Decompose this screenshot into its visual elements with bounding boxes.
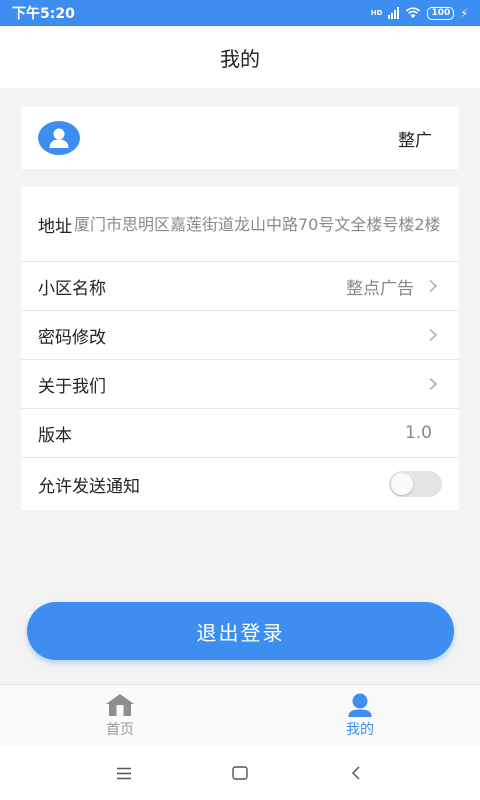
address-row[interactable]: 地址 厦门市思明区嘉莲街道龙山中路70号文全楼号楼2楼: [21, 187, 459, 262]
tab-home-label: 首页: [106, 721, 134, 738]
home-button[interactable]: [223, 756, 257, 790]
chevron-right-icon: [429, 328, 438, 342]
header: 我的: [0, 26, 480, 88]
home-icon: [106, 693, 134, 716]
signal-icon: [388, 7, 400, 19]
version-label: 版本: [38, 425, 72, 446]
notifications-label: 允许发送通知: [38, 476, 140, 497]
status-icons: HD 100 ⚡: [370, 6, 468, 20]
battery-icon: 100: [427, 6, 455, 20]
community-row[interactable]: 小区名称 整点广告: [21, 262, 459, 311]
toggle-knob: [391, 473, 413, 495]
community-value: 整点广告: [346, 278, 414, 299]
tab-bar: 首页 我的: [0, 684, 480, 746]
back-chevron-icon: [351, 766, 360, 780]
status-bar: 下午5:20 HD 100 ⚡: [0, 0, 480, 26]
tab-mine-label: 我的: [346, 721, 374, 738]
user-avatar-icon: [49, 128, 69, 148]
tab-home[interactable]: 首页: [0, 685, 240, 746]
chevron-right-icon: [429, 377, 438, 391]
tab-mine[interactable]: 我的: [240, 685, 480, 746]
avatar[interactable]: [38, 121, 80, 155]
back-button[interactable]: [339, 756, 373, 790]
notifications-row: 允许发送通知: [21, 458, 459, 510]
version-row: 版本 1.0: [21, 409, 459, 458]
notifications-toggle[interactable]: [389, 471, 442, 497]
chevron-right-icon: [429, 279, 438, 293]
address-value: 厦门市思明区嘉莲街道龙山中路70号文全楼号楼2楼: [74, 214, 441, 234]
version-value: 1.0: [404, 423, 432, 443]
system-nav-bar: [0, 746, 480, 800]
settings-list: 地址 厦门市思明区嘉莲街道龙山中路70号文全楼号楼2楼 小区名称 整点广告 密码…: [21, 187, 459, 510]
profile-card[interactable]: 整广: [21, 107, 459, 169]
password-row[interactable]: 密码修改: [21, 311, 459, 360]
username: 整广: [398, 130, 432, 151]
password-label: 密码修改: [38, 327, 106, 348]
menu-icon: [117, 767, 131, 779]
user-icon: [348, 693, 372, 717]
menu-button[interactable]: [107, 756, 141, 790]
hd-label: HD: [370, 9, 383, 17]
charging-icon: ⚡: [460, 6, 468, 20]
wifi-icon: [406, 7, 421, 18]
about-label: 关于我们: [38, 376, 106, 397]
status-time: 下午5:20: [12, 6, 75, 22]
address-label: 地址: [38, 216, 72, 237]
page-title: 我的: [220, 46, 260, 71]
square-icon: [232, 766, 248, 780]
logout-button[interactable]: 退出登录: [27, 602, 454, 660]
community-label: 小区名称: [38, 278, 106, 299]
about-row[interactable]: 关于我们: [21, 360, 459, 409]
